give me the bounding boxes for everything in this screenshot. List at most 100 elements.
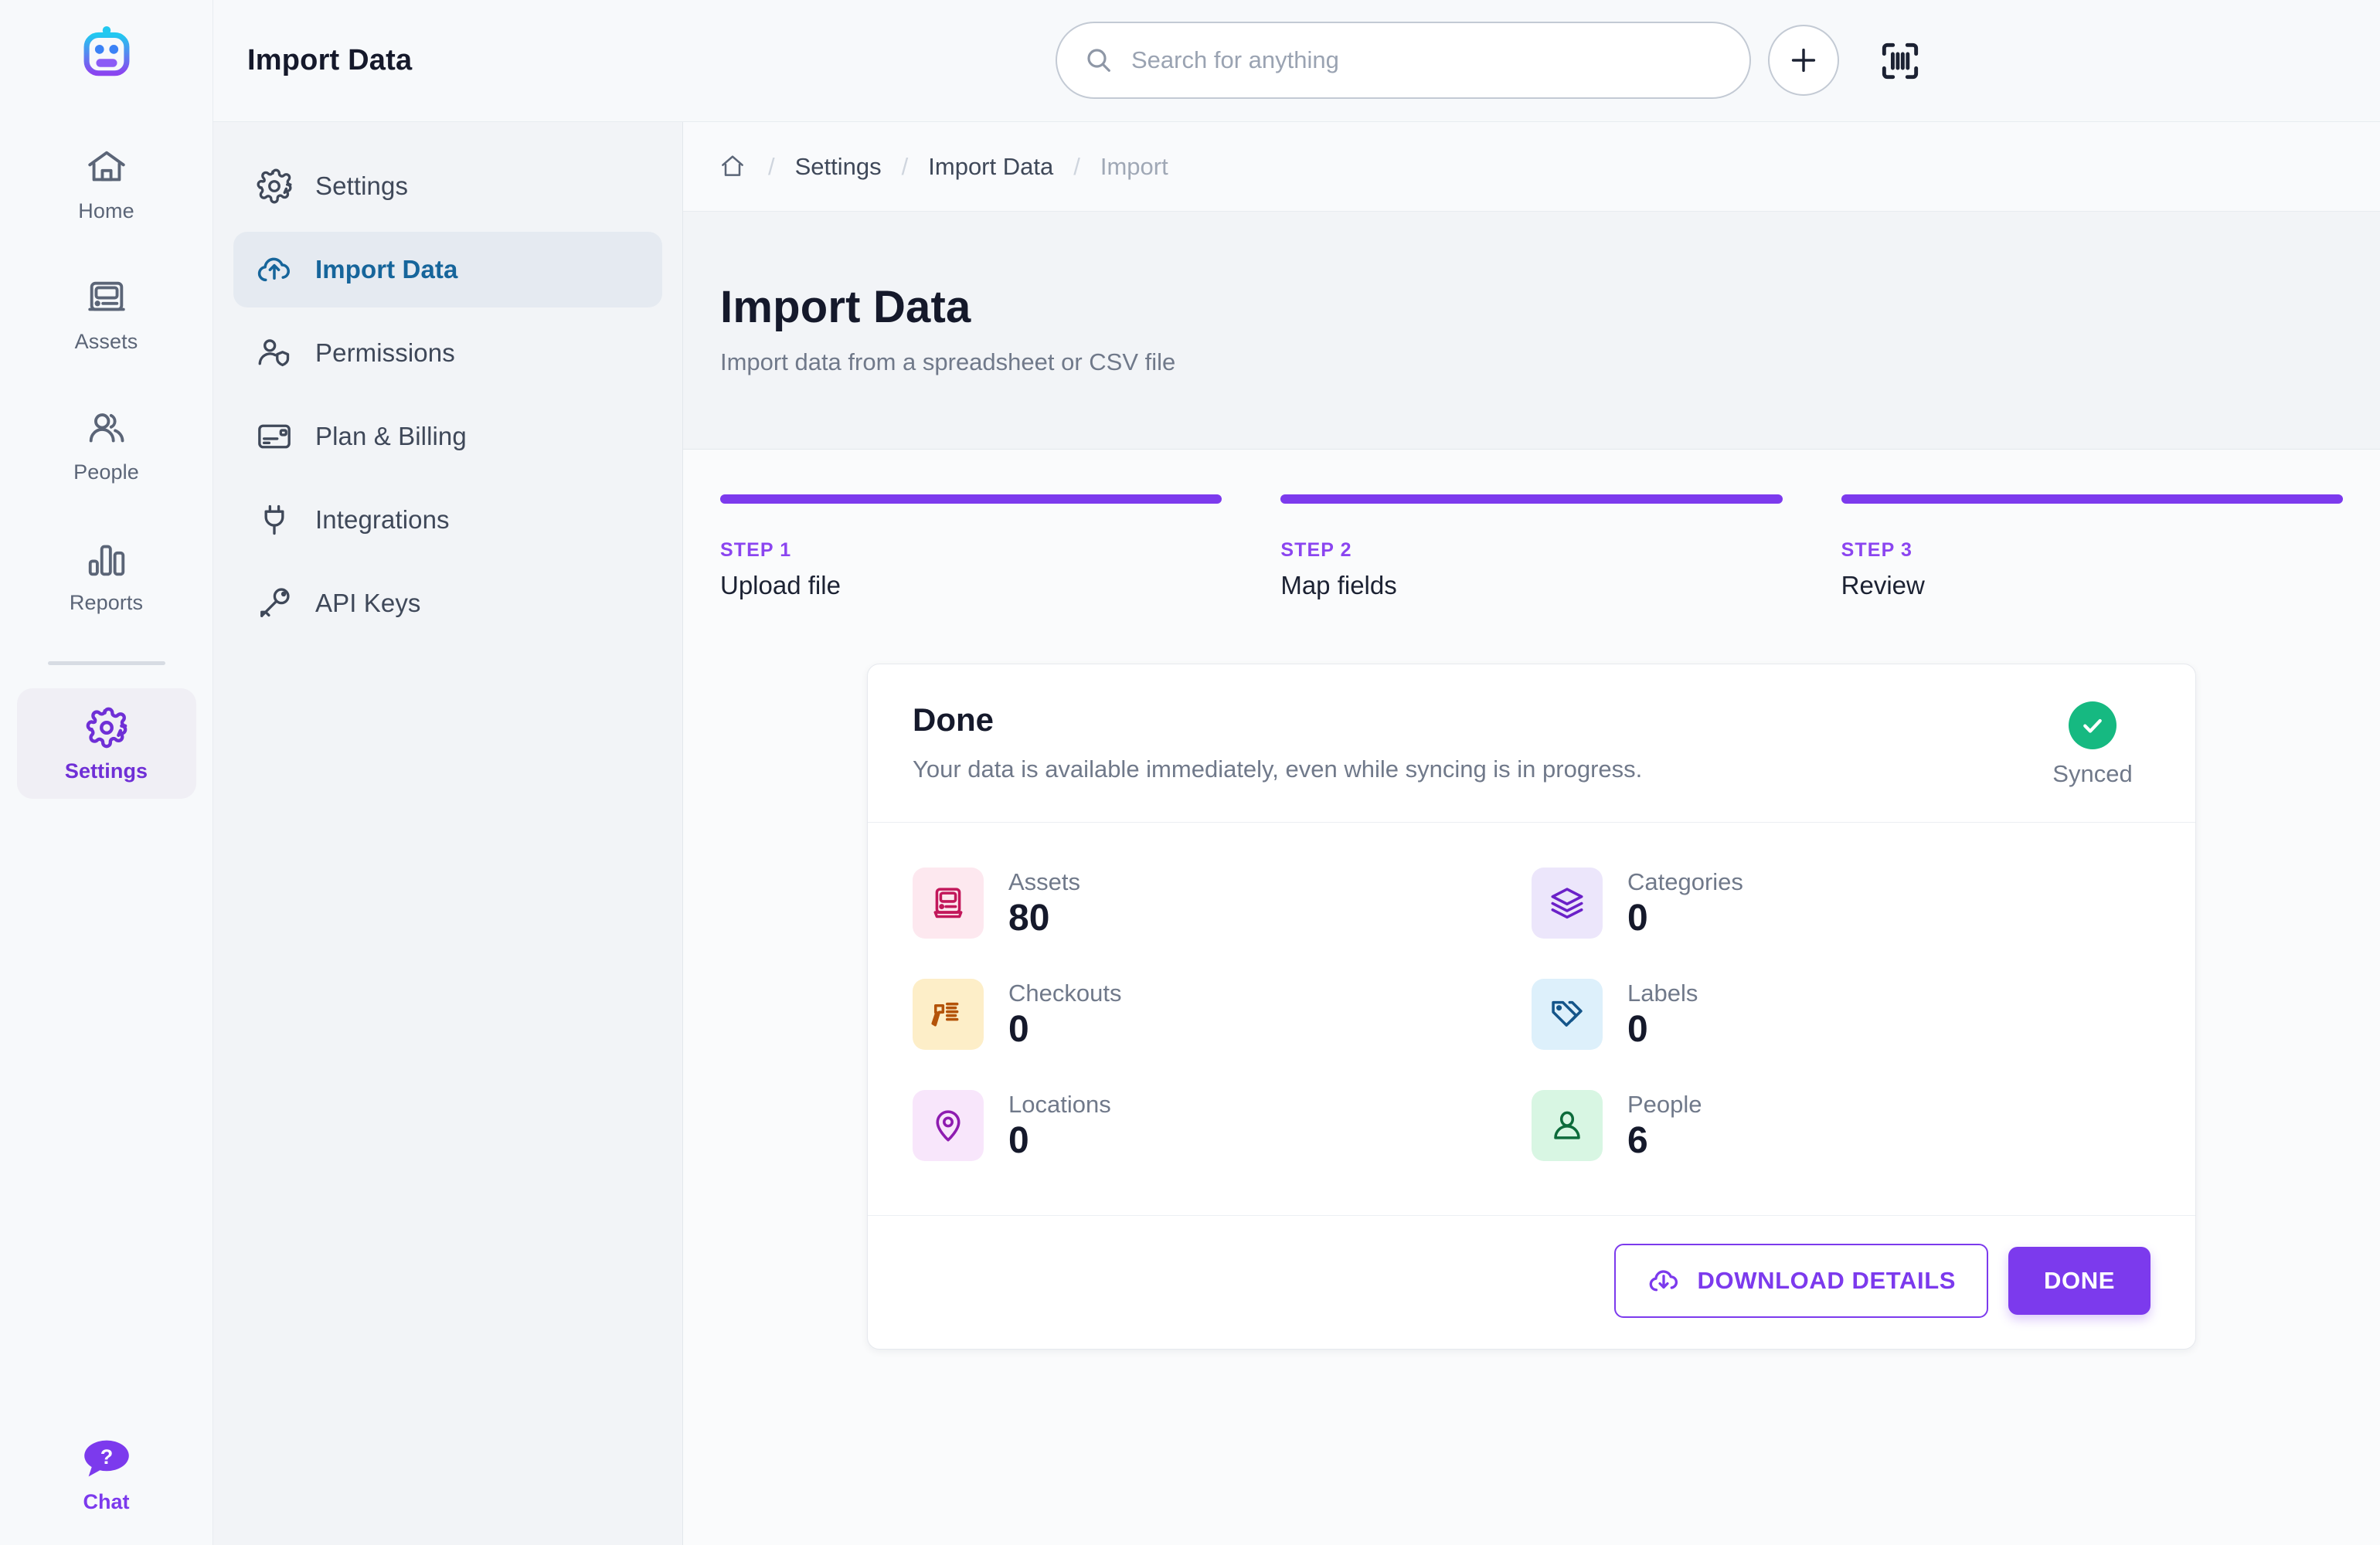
import-summary-stats: Assets 80 Categories 0 Checkouts 0 Label… bbox=[868, 823, 2195, 1215]
settings-subnav: Settings Import Data Permissions Plan & … bbox=[213, 122, 683, 1545]
step-label: Upload file bbox=[720, 571, 841, 599]
sidebar-item-label: Home bbox=[78, 199, 134, 222]
download-details-label: DOWNLOAD DETAILS bbox=[1697, 1267, 1957, 1294]
people-icon bbox=[84, 406, 129, 451]
sidebar-item-reports[interactable]: Reports bbox=[17, 520, 196, 630]
result-title: Done bbox=[913, 701, 994, 738]
sidebar-item-label: People bbox=[73, 460, 139, 484]
step-label: Review bbox=[1841, 571, 1925, 599]
sidebar-item-people[interactable]: People bbox=[17, 389, 196, 500]
primary-sidebar: Home Assets People Reports Settings ? Ch… bbox=[0, 0, 213, 1545]
subnav-item-integrations[interactable]: Integrations bbox=[233, 482, 662, 558]
sidebar-item-home[interactable]: Home bbox=[17, 128, 196, 239]
tag-icon bbox=[1532, 979, 1603, 1050]
result-card-header-text: Done Your data is available immediately,… bbox=[913, 701, 2035, 788]
stat-categories: Categories 0 bbox=[1532, 847, 2150, 959]
stat-value: 80 bbox=[1008, 897, 1050, 939]
stat-text: Categories 0 bbox=[1627, 868, 1743, 938]
search-input[interactable] bbox=[1131, 46, 1723, 74]
sidebar-item-label: Reports bbox=[69, 591, 144, 614]
import-result-card: Done Your data is available immediately,… bbox=[867, 664, 2196, 1350]
sidebar-item-settings[interactable]: Settings bbox=[16, 688, 196, 799]
user-shield-icon bbox=[255, 334, 294, 372]
result-card-footer: DOWNLOAD DETAILS DONE bbox=[868, 1215, 2195, 1349]
cloud-upload-icon bbox=[255, 250, 294, 289]
subnav-item-label: Integrations bbox=[315, 505, 450, 534]
stat-text: Locations 0 bbox=[1008, 1091, 1111, 1160]
stat-label: Labels bbox=[1627, 979, 1698, 1007]
breadcrumb: / Settings / Import Data / Import bbox=[683, 122, 2380, 212]
stat-label: Categories bbox=[1627, 868, 1743, 895]
stat-text: Assets 80 bbox=[1008, 868, 1080, 938]
stat-assets: Assets 80 bbox=[913, 847, 1532, 959]
computer-icon bbox=[913, 868, 984, 939]
barcode-gun-icon bbox=[913, 979, 984, 1050]
status-badge: Synced bbox=[2035, 701, 2150, 788]
subnav-item-import-data[interactable]: Import Data bbox=[233, 232, 662, 307]
check-circle-icon bbox=[2069, 701, 2116, 749]
person-icon bbox=[1532, 1090, 1603, 1161]
breadcrumb-item-import-data[interactable]: Import Data bbox=[928, 153, 1053, 181]
stat-text: Checkouts 0 bbox=[1008, 980, 1121, 1049]
page-subtitle: Import data from a spreadsheet or CSV fi… bbox=[720, 348, 1176, 375]
stat-text: Labels 0 bbox=[1627, 980, 1698, 1049]
stat-value: 0 bbox=[1008, 1119, 1029, 1161]
sidebar-item-assets[interactable]: Assets bbox=[17, 259, 196, 369]
stat-text: People 6 bbox=[1627, 1091, 1702, 1160]
step-1[interactable]: STEP 1 Upload file bbox=[720, 494, 1222, 600]
cloud-download-icon bbox=[1647, 1264, 1681, 1298]
stat-label: Checkouts bbox=[1008, 979, 1122, 1007]
barcode-scan-button[interactable] bbox=[1873, 34, 1927, 88]
step-progress-bar bbox=[1841, 494, 2343, 504]
app-root: Home Assets People Reports Settings ? Ch… bbox=[0, 0, 2380, 1545]
gear-icon bbox=[255, 167, 294, 205]
breadcrumb-separator: / bbox=[1073, 152, 1080, 180]
page-title: Import Data bbox=[720, 282, 971, 332]
page-header: Import Data Import data from a spreadshe… bbox=[683, 212, 2380, 450]
subnav-item-plan-billing[interactable]: Plan & Billing bbox=[233, 399, 662, 474]
subnav-item-settings[interactable]: Settings bbox=[233, 148, 662, 224]
subnav-item-permissions[interactable]: Permissions bbox=[233, 315, 662, 391]
robot-logo[interactable] bbox=[78, 23, 135, 80]
done-button[interactable]: DONE bbox=[2008, 1247, 2150, 1315]
step-kicker: STEP 1 bbox=[720, 539, 792, 561]
breadcrumb-item-import: Import bbox=[1100, 152, 1168, 180]
breadcrumb-separator: / bbox=[901, 152, 909, 180]
stat-label: Assets bbox=[1008, 868, 1081, 895]
chat-button[interactable]: ? Chat bbox=[83, 1438, 131, 1514]
breadcrumb-separator: / bbox=[768, 152, 775, 180]
add-button[interactable] bbox=[1768, 25, 1839, 96]
stat-value: 0 bbox=[1008, 1008, 1029, 1050]
gear-icon bbox=[84, 705, 129, 750]
subnav-item-label: Import Data bbox=[315, 255, 458, 284]
step-kicker: STEP 2 bbox=[1280, 539, 1352, 561]
step-3[interactable]: STEP 3 Review bbox=[1841, 494, 2343, 600]
barcode-scan-icon bbox=[1876, 37, 1924, 85]
stat-checkouts: Checkouts 0 bbox=[913, 959, 1532, 1070]
subnav-item-api-keys[interactable]: API Keys bbox=[233, 565, 662, 641]
import-stepper: STEP 1 Upload file STEP 2 Map fields STE… bbox=[683, 494, 2380, 600]
stat-locations: Locations 0 bbox=[913, 1070, 1532, 1181]
plug-icon bbox=[255, 501, 294, 539]
home-outline-icon[interactable] bbox=[717, 151, 748, 182]
svg-text:?: ? bbox=[100, 1445, 113, 1469]
step-2[interactable]: STEP 2 Map fields bbox=[1280, 494, 1783, 600]
content-stage: STEP 1 Upload file STEP 2 Map fields STE… bbox=[683, 450, 2380, 1545]
search-box[interactable] bbox=[1056, 22, 1751, 99]
sidebar-item-label: Assets bbox=[74, 330, 138, 353]
download-details-button[interactable]: DOWNLOAD DETAILS bbox=[1613, 1244, 1989, 1318]
top-bar: Import Data bbox=[213, 0, 2380, 122]
body-row: Settings Import Data Permissions Plan & … bbox=[213, 122, 2380, 1545]
plus-icon bbox=[1786, 42, 1821, 78]
sidebar-item-label: Settings bbox=[64, 759, 148, 783]
breadcrumb-item-settings[interactable]: Settings bbox=[795, 153, 882, 181]
home-icon bbox=[84, 145, 129, 190]
page-title-topbar: Import Data bbox=[247, 44, 413, 76]
subnav-item-label: API Keys bbox=[315, 589, 421, 617]
chat-label: Chat bbox=[83, 1490, 130, 1513]
search-icon bbox=[1083, 45, 1114, 76]
stat-label: People bbox=[1627, 1090, 1702, 1118]
subnav-item-label: Permissions bbox=[315, 338, 455, 367]
layers-icon bbox=[1532, 868, 1603, 939]
chat-help-icon: ? bbox=[83, 1438, 131, 1479]
